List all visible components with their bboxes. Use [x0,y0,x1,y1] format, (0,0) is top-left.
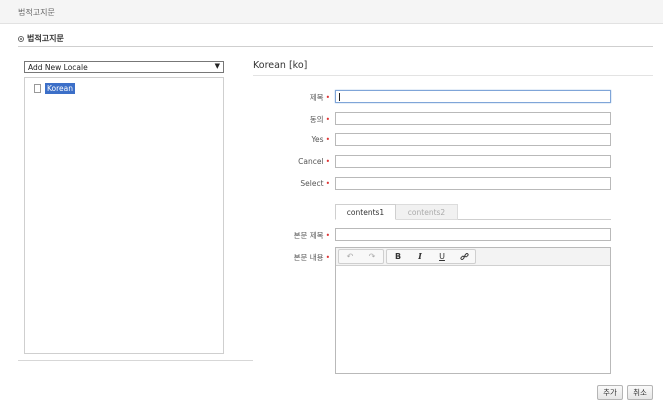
top-bar: 법적고지문 [0,0,663,24]
agree-input[interactable] [335,112,611,125]
tree-item-label: Korean [45,83,76,94]
editor-toolbar: ↶ ↷ B I U [336,248,610,266]
add-button[interactable]: 추가 [597,385,623,400]
required-mark: • [325,179,330,188]
cancel-input[interactable] [335,155,611,168]
cancel-button[interactable]: 취소 [627,385,653,400]
required-mark: • [325,157,330,166]
section-title: 법적고지문 [27,34,64,43]
format-group: B I U [386,249,476,264]
history-group: ↶ ↷ [338,249,384,264]
body-content-label: 본문 내용 • [293,253,330,262]
select-label: Select • [300,179,330,188]
tab-contents1[interactable]: contents1 [335,204,396,220]
divider [253,75,653,76]
agree-label: 동의 • [309,115,330,124]
redo-icon[interactable]: ↷ [361,250,383,263]
section-header: 법적고지문 [18,33,653,47]
underline-button[interactable]: U [431,250,453,263]
yes-input[interactable] [335,133,611,146]
locale-tree: Korean [24,77,224,354]
dropdown-arrow-icon: ▼ [214,62,220,70]
content-tabs: contents1 contents2 [335,204,611,220]
yes-label: Yes • [311,135,330,144]
body-content-editor[interactable]: ↶ ↷ B I U [335,247,611,374]
breadcrumb: 법적고지문 [18,8,55,17]
required-mark: • [325,135,330,144]
required-mark: • [325,253,330,262]
body-title-input[interactable] [335,228,611,241]
undo-icon[interactable]: ↶ [339,250,361,263]
tab-contents2[interactable]: contents2 [396,204,458,220]
document-icon [34,84,41,93]
title-input[interactable] [335,90,611,103]
required-mark: • [325,231,330,240]
select-input[interactable] [335,177,611,190]
divider [18,360,253,361]
locale-title: Korean [ko] [253,60,308,71]
bold-button[interactable]: B [387,250,409,263]
link-icon[interactable] [453,250,475,263]
body-title-label: 본문 제목 • [293,231,330,240]
title-label: 제목 • [309,93,330,102]
bullet-icon [18,36,24,42]
italic-button[interactable]: I [409,250,431,263]
required-mark: • [325,93,330,102]
required-mark: • [325,115,330,124]
cancel-label: Cancel • [298,157,330,166]
text-cursor [339,93,340,101]
locale-select-value: Add New Locale [28,63,88,72]
locale-select[interactable]: Add New Locale ▼ [24,61,224,73]
